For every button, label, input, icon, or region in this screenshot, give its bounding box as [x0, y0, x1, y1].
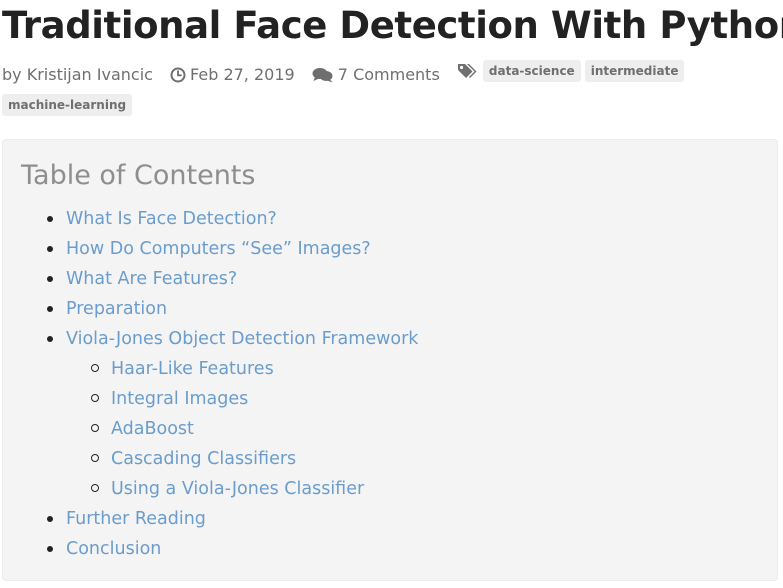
- toc-item-adaboost: AdaBoost: [3, 414, 418, 444]
- comments-icon: [312, 67, 334, 83]
- toc-item-integral-images: Integral Images: [3, 384, 418, 414]
- toc-link[interactable]: Further Reading: [66, 509, 206, 529]
- toc-sublist: Haar-Like Features Integral Images AdaBo…: [3, 354, 418, 504]
- toc-link[interactable]: Preparation: [66, 299, 167, 319]
- toc-link[interactable]: Cascading Classifiers: [111, 449, 296, 469]
- toc-link[interactable]: What Are Features?: [66, 269, 237, 289]
- toc-link[interactable]: How Do Computers “See” Images?: [66, 239, 371, 259]
- toc-link[interactable]: What Is Face Detection?: [66, 209, 277, 229]
- toc-item-what-is-face-detection: What Is Face Detection?: [3, 204, 418, 234]
- toc-link[interactable]: Haar-Like Features: [111, 359, 274, 379]
- tags-overflow: machine-learning: [2, 94, 136, 116]
- toc-link[interactable]: Conclusion: [66, 539, 161, 559]
- comments-link[interactable]: 7 Comments: [312, 60, 440, 90]
- toc-list: What Is Face Detection? How Do Computers…: [3, 204, 418, 564]
- publish-date: Feb 27, 2019: [170, 60, 295, 90]
- toc-item-using-viola-jones-classifier: Using a Viola-Jones Classifier: [3, 474, 418, 504]
- comments-count: 7 Comments: [337, 65, 440, 84]
- toc-link[interactable]: Viola-Jones Object Detection Framework: [66, 329, 418, 349]
- tags: data-science intermediate: [457, 60, 689, 82]
- toc-item-what-are-features: What Are Features?: [3, 264, 418, 294]
- toc-sublist-holder: Haar-Like Features Integral Images AdaBo…: [3, 354, 418, 504]
- tag-intermediate[interactable]: intermediate: [584, 60, 685, 82]
- table-of-contents: Table of Contents What Is Face Detection…: [2, 139, 778, 581]
- article-title: Traditional Face Detection With Python: [2, 4, 783, 47]
- tag-machine-learning[interactable]: machine-learning: [2, 94, 133, 116]
- clock-icon: [170, 67, 186, 83]
- date-text: Feb 27, 2019: [190, 65, 295, 84]
- tag-data-science[interactable]: data-science: [482, 60, 581, 82]
- author-link[interactable]: by Kristijan Ivancic: [2, 60, 153, 90]
- toc-item-how-computers-see: How Do Computers “See” Images?: [3, 234, 418, 264]
- toc-item-haar-like-features: Haar-Like Features: [3, 354, 418, 384]
- author-byline: by Kristijan Ivancic: [2, 60, 153, 90]
- toc-item-viola-jones: Viola-Jones Object Detection Framework: [3, 324, 418, 354]
- toc-link[interactable]: Using a Viola-Jones Classifier: [111, 479, 364, 499]
- toc-item-conclusion: Conclusion: [3, 534, 418, 564]
- toc-heading: Table of Contents: [21, 160, 256, 191]
- toc-item-preparation: Preparation: [3, 294, 418, 324]
- toc-link[interactable]: Integral Images: [111, 389, 248, 409]
- toc-item-further-reading: Further Reading: [3, 504, 418, 534]
- tags-icon: [457, 63, 479, 79]
- article-meta: by Kristijan Ivancic Feb 27, 2019 7 Comm…: [2, 60, 702, 90]
- toc-link[interactable]: AdaBoost: [111, 419, 194, 439]
- toc-item-cascading-classifiers: Cascading Classifiers: [3, 444, 418, 474]
